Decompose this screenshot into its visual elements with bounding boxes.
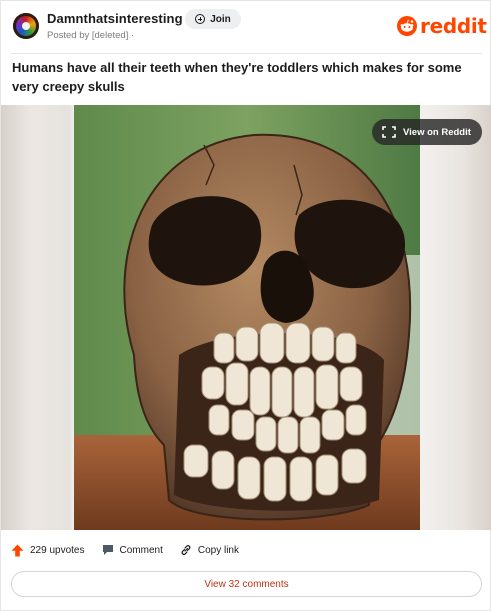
post-media[interactable]: View on Reddit — [1, 105, 491, 530]
plus-circle-icon — [195, 14, 206, 24]
upvote-count: 229 upvotes — [30, 544, 85, 556]
copy-link-button[interactable]: Copy link — [180, 544, 239, 556]
reddit-logo[interactable]: reddit — [396, 14, 487, 38]
post-title[interactable]: Humans have all their teeth when they're… — [12, 58, 482, 96]
post-image[interactable] — [74, 105, 420, 530]
post-actions: 229 upvotes Comment Copy link — [11, 541, 256, 559]
posted-by: Posted by [deleted] · — [47, 30, 135, 41]
join-button[interactable]: Join — [185, 9, 241, 29]
join-label: Join — [210, 13, 231, 25]
comment-button[interactable]: Comment — [102, 544, 163, 556]
link-icon — [181, 545, 191, 555]
subreddit-name[interactable]: Damnthatsinteresting — [47, 11, 183, 26]
comment-bubble-icon — [102, 545, 113, 555]
embedded-post-card: Damnthatsinteresting Join Posted by [del… — [0, 0, 491, 611]
view-on-reddit-label: View on Reddit — [403, 126, 471, 138]
upvote-arrow-icon — [11, 544, 24, 556]
upvote-button[interactable]: 229 upvotes — [11, 544, 85, 557]
copy-link-label: Copy link — [197, 544, 239, 556]
comment-label: Comment — [119, 544, 163, 556]
reddit-alien-icon — [397, 16, 417, 36]
reddit-wordmark: reddit — [420, 14, 487, 38]
expand-icon — [382, 126, 396, 138]
post-header: Damnthatsinteresting Join Posted by [del… — [1, 1, 491, 53]
view-comments-button[interactable]: View 32 comments — [11, 571, 482, 597]
subreddit-avatar[interactable] — [13, 13, 39, 39]
view-on-reddit-button[interactable]: View on Reddit — [372, 119, 482, 145]
header-divider — [11, 53, 482, 54]
